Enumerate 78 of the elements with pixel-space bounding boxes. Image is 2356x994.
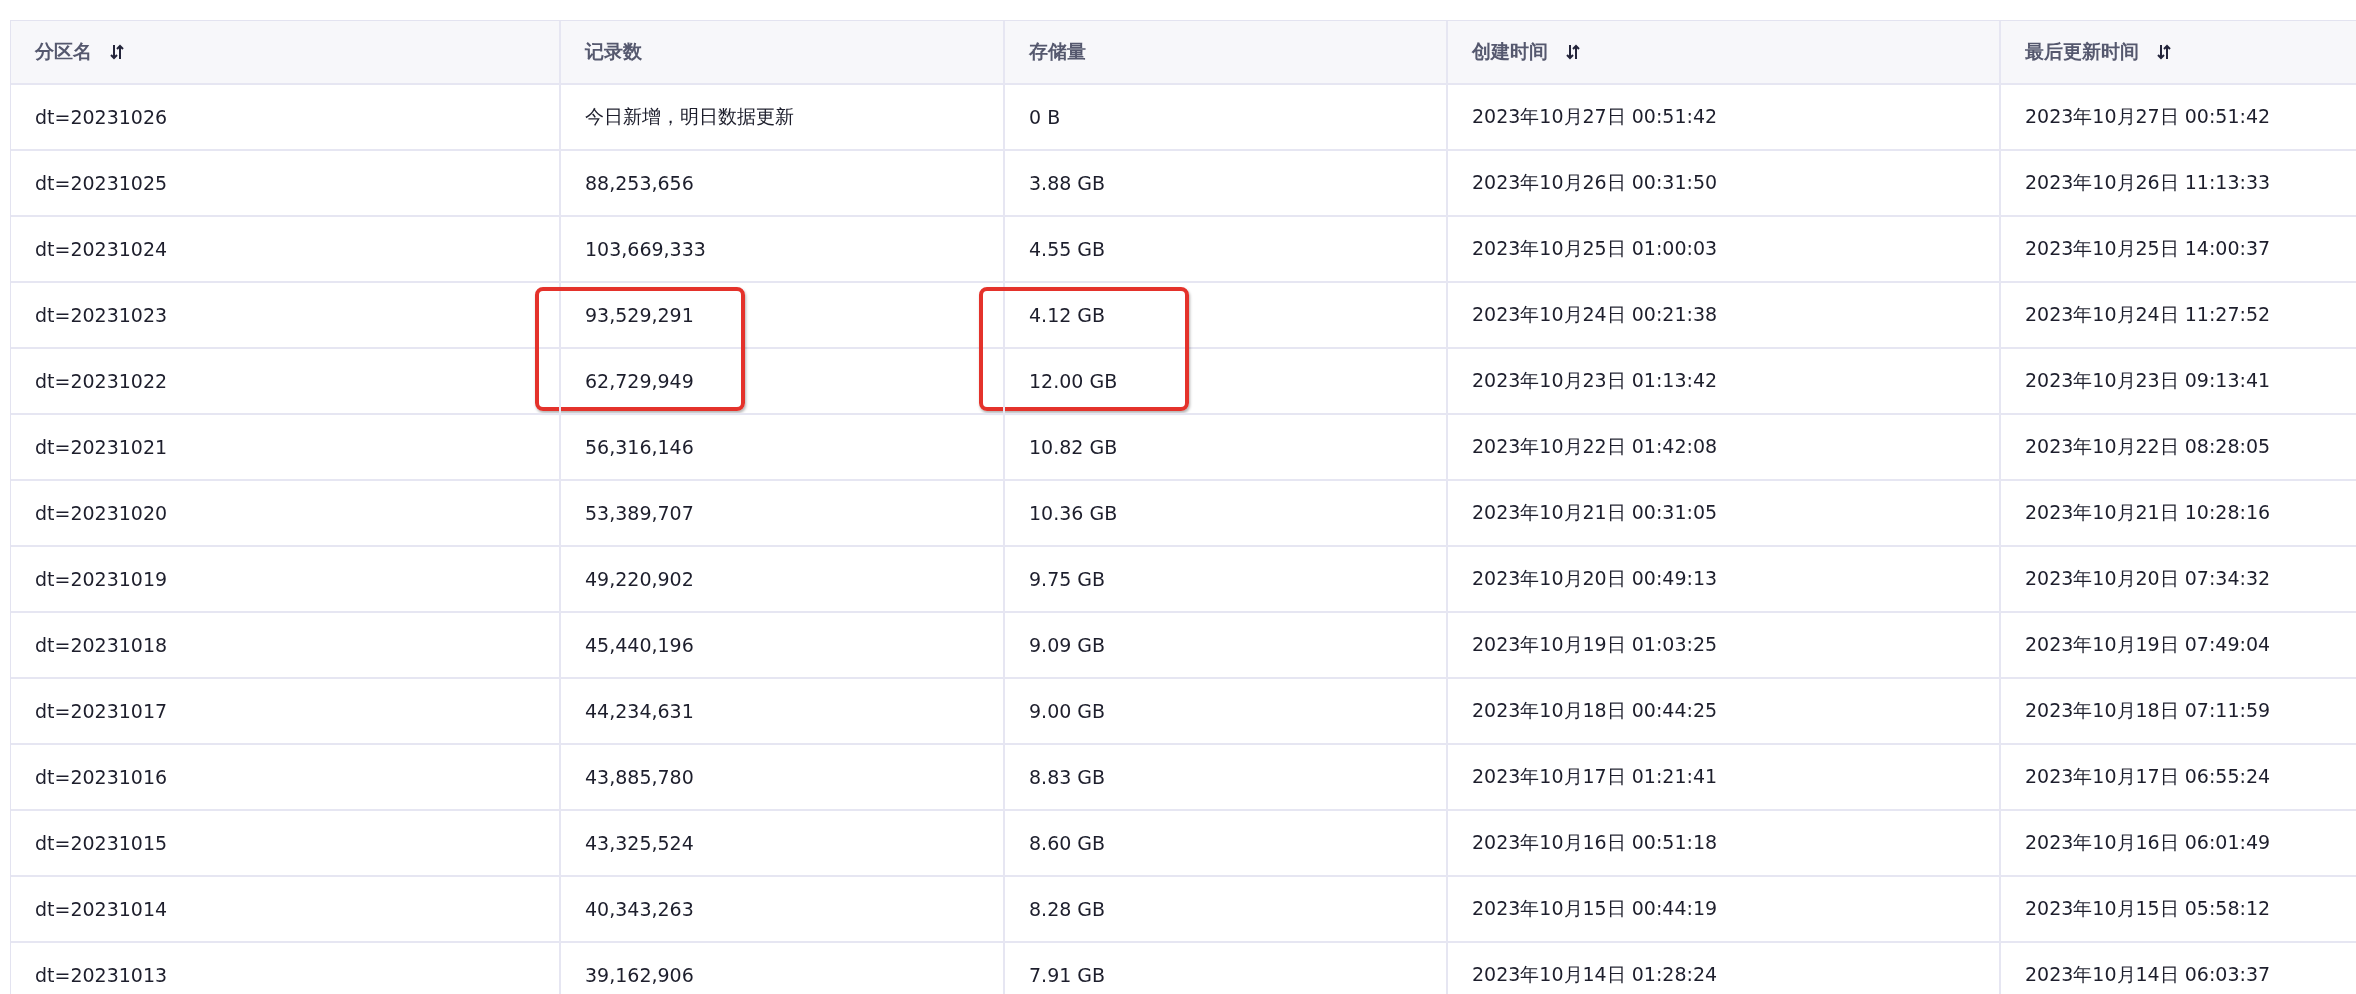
table-cell: dt=20231026: [11, 85, 561, 151]
table-cell: 53,389,707: [561, 481, 1005, 547]
table-cell: 2023年10月22日 08:28:05: [2001, 415, 2356, 481]
table-cell: 8.60 GB: [1005, 811, 1448, 877]
table-cell: 2023年10月16日 06:01:49: [2001, 811, 2356, 877]
column-header[interactable]: 创建时间: [1448, 21, 2001, 85]
column-header: 记录数: [561, 21, 1005, 85]
column-header[interactable]: 分区名: [11, 21, 561, 85]
table-cell: 40,343,263: [561, 877, 1005, 943]
table-cell: 2023年10月24日 11:27:52: [2001, 283, 2356, 349]
table-cell: 10.36 GB: [1005, 481, 1448, 547]
table-cell: 4.12 GB: [1005, 283, 1448, 349]
table-cell: 9.09 GB: [1005, 613, 1448, 679]
table-cell: dt=20231021: [11, 415, 561, 481]
table-cell: 7.91 GB: [1005, 943, 1448, 994]
table-cell: 2023年10月17日 06:55:24: [2001, 745, 2356, 811]
table-cell: 2023年10月14日 06:03:37: [2001, 943, 2356, 994]
table-cell: 3.88 GB: [1005, 151, 1448, 217]
table-cell: dt=20231015: [11, 811, 561, 877]
table-cell: 93,529,291: [561, 283, 1005, 349]
table-cell: dt=20231013: [11, 943, 561, 994]
table-cell: 2023年10月17日 01:21:41: [1448, 745, 2001, 811]
table-cell: dt=20231024: [11, 217, 561, 283]
sort-icon[interactable]: [1566, 44, 1580, 60]
table-cell: dt=20231019: [11, 547, 561, 613]
table-cell: 2023年10月27日 00:51:42: [2001, 85, 2356, 151]
table-cell: 2023年10月15日 05:58:12: [2001, 877, 2356, 943]
column-header[interactable]: 最后更新时间: [2001, 21, 2356, 85]
table-cell: 2023年10月25日 01:00:03: [1448, 217, 2001, 283]
table-cell: 2023年10月21日 00:31:05: [1448, 481, 2001, 547]
table-cell: 2023年10月23日 01:13:42: [1448, 349, 2001, 415]
table-cell: 2023年10月26日 00:31:50: [1448, 151, 2001, 217]
table-cell: dt=20231014: [11, 877, 561, 943]
table-cell: 2023年10月25日 14:00:37: [2001, 217, 2356, 283]
table-cell: 2023年10月14日 01:28:24: [1448, 943, 2001, 994]
table-cell: 88,253,656: [561, 151, 1005, 217]
table-cell: 2023年10月23日 09:13:41: [2001, 349, 2356, 415]
table-cell: dt=20231016: [11, 745, 561, 811]
table-cell: 2023年10月20日 00:49:13: [1448, 547, 2001, 613]
table-cell: 2023年10月20日 07:34:32: [2001, 547, 2356, 613]
table-cell: 0 B: [1005, 85, 1448, 151]
table-cell: 56,316,146: [561, 415, 1005, 481]
table-cell: 2023年10月16日 00:51:18: [1448, 811, 2001, 877]
table-cell: dt=20231020: [11, 481, 561, 547]
table-cell: 2023年10月18日 00:44:25: [1448, 679, 2001, 745]
table-cell: 8.28 GB: [1005, 877, 1448, 943]
table-cell: 2023年10月19日 01:03:25: [1448, 613, 2001, 679]
table-cell: dt=20231017: [11, 679, 561, 745]
table-cell: 2023年10月15日 00:44:19: [1448, 877, 2001, 943]
table-cell: dt=20231022: [11, 349, 561, 415]
table-cell: 43,885,780: [561, 745, 1005, 811]
table-cell: 8.83 GB: [1005, 745, 1448, 811]
table-cell: 10.82 GB: [1005, 415, 1448, 481]
sort-icon[interactable]: [2157, 44, 2171, 60]
table-cell: 2023年10月19日 07:49:04: [2001, 613, 2356, 679]
table-cell: dt=20231025: [11, 151, 561, 217]
table-cell: 2023年10月26日 11:13:33: [2001, 151, 2356, 217]
table-cell: 今日新增，明日数据更新: [561, 85, 1005, 151]
table-cell: 49,220,902: [561, 547, 1005, 613]
table-cell: 2023年10月22日 01:42:08: [1448, 415, 2001, 481]
table-cell: 43,325,524: [561, 811, 1005, 877]
table-cell: 2023年10月27日 00:51:42: [1448, 85, 2001, 151]
table-cell: 2023年10月21日 10:28:16: [2001, 481, 2356, 547]
table-cell: 44,234,631: [561, 679, 1005, 745]
table-cell: 2023年10月24日 00:21:38: [1448, 283, 2001, 349]
table-cell: 2023年10月18日 07:11:59: [2001, 679, 2356, 745]
table-cell: 62,729,949: [561, 349, 1005, 415]
table-cell: 39,162,906: [561, 943, 1005, 994]
table-cell: dt=20231023: [11, 283, 561, 349]
table-cell: 4.55 GB: [1005, 217, 1448, 283]
table-cell: 45,440,196: [561, 613, 1005, 679]
table-cell: 9.75 GB: [1005, 547, 1448, 613]
table-cell: 12.00 GB: [1005, 349, 1448, 415]
sort-icon[interactable]: [110, 44, 124, 60]
table-cell: dt=20231018: [11, 613, 561, 679]
table-cell: 103,669,333: [561, 217, 1005, 283]
column-header: 存储量: [1005, 21, 1448, 85]
table-cell: 9.00 GB: [1005, 679, 1448, 745]
